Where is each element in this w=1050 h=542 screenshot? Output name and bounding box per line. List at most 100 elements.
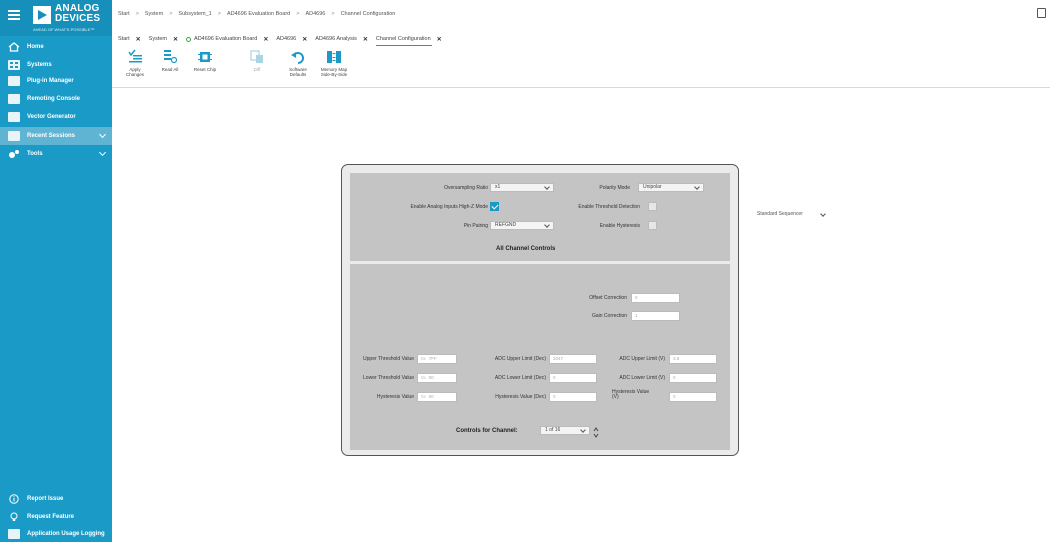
close-icon[interactable]: ✕: [302, 36, 307, 43]
hysteresis-value-label: Hysteresis Value: [376, 394, 414, 400]
adc-upper-dec-input[interactable]: 2047: [549, 354, 597, 364]
adc-lower-dec-input[interactable]: 0: [549, 373, 597, 383]
breadcrumb-item[interactable]: Channel Configuration: [341, 11, 396, 17]
breadcrumb-item[interactable]: Start: [118, 11, 130, 17]
gain-correction-input[interactable]: 1: [631, 311, 680, 321]
hysteresis-value: 00: [428, 394, 434, 399]
tab-evaluation-board[interactable]: AD4696 Evaluation Board ✕: [186, 32, 268, 46]
chevron-down-icon: [694, 184, 700, 190]
channel-select[interactable]: 1 of 16: [540, 426, 590, 435]
memory-map-button[interactable]: Memory Map Side-By-Side: [317, 49, 351, 85]
close-icon[interactable]: ✕: [363, 36, 368, 43]
sidebar-item-label: Remoting Console: [27, 96, 81, 102]
tab-start[interactable]: Start ✕: [118, 32, 141, 46]
pin-pairing-select[interactable]: REFGND: [490, 221, 554, 230]
software-defaults-button[interactable]: Software Defaults: [281, 49, 315, 85]
menu-icon[interactable]: [8, 10, 20, 20]
polarity-select[interactable]: Unipolar: [638, 183, 704, 192]
tab-ad4696[interactable]: AD4696 ✕: [276, 32, 307, 46]
chevron-down-icon: [98, 130, 107, 139]
lower-threshold-value: 00: [428, 375, 434, 380]
sidebar-item-remoting-console[interactable]: Remoting Console: [0, 90, 112, 108]
hysteresis-checkbox[interactable]: [648, 221, 657, 230]
sidebar-item-label: Application Usage Logging: [27, 531, 105, 537]
adc-upper-dec-label: ADC Upper Limit (Dec): [494, 356, 546, 362]
adc-upper-volt-label: ADC Upper Limit (V): [619, 356, 665, 362]
highz-checkbox[interactable]: [490, 202, 499, 211]
channel-stepper[interactable]: [593, 425, 599, 438]
sequencer-dropdown[interactable]: Standard Sequencer: [757, 211, 829, 221]
systems-icon: [8, 60, 20, 70]
hysteresis-volt-label: Hysteresis Value (V): [612, 390, 649, 400]
threshold-detection-label: Enable Threshold Detection: [578, 204, 640, 210]
lower-threshold-input[interactable]: 0x 00: [417, 373, 457, 383]
breadcrumb-item[interactable]: AD4696 Evaluation Board: [227, 11, 290, 17]
polarity-value: Unipolar: [643, 184, 662, 190]
tab-label: Channel Configuration: [375, 36, 431, 42]
offset-correction-label: Offset Correction: [589, 295, 627, 301]
sidebar-item-plugin-manager[interactable]: Plug-in Manager: [0, 72, 112, 90]
gain-correction-label: Gain Correction: [591, 313, 627, 319]
upper-threshold-input[interactable]: 0x 7FF: [417, 354, 457, 364]
highz-label: Enable Analog Inputs High-Z Mode: [410, 204, 488, 210]
sidebar-item-home[interactable]: Home: [0, 38, 112, 56]
tab-channel-configuration[interactable]: Channel Configuration ✕: [375, 32, 442, 46]
sidebar-item-vector-generator[interactable]: Vector Generator: [0, 108, 112, 126]
tab-system[interactable]: System ✕: [149, 32, 178, 46]
diff-label: Diff: [253, 67, 261, 72]
breadcrumb: Start > System > Subsystem_1 > AD4696 Evalu…: [118, 11, 395, 17]
tab-label: AD4696 Analysis: [315, 36, 357, 42]
adc-lower-dec-label: ADC Lower Limit (Dec): [494, 375, 546, 381]
chevron-down-icon: [580, 427, 586, 433]
close-icon[interactable]: ✕: [136, 36, 141, 43]
breadcrumb-item[interactable]: Subsystem_1: [178, 11, 211, 17]
tab-ad4696-analysis[interactable]: AD4696 Analysis ✕: [315, 32, 368, 46]
logo-tagline: AHEAD OF WHAT'S POSSIBLE™: [33, 27, 95, 32]
hysteresis-dec-input[interactable]: 0: [549, 392, 597, 402]
console-icon: [8, 94, 20, 104]
lower-threshold-label: Lower Threshold Value: [363, 375, 414, 381]
apply-changes-button[interactable]: Apply Changes: [118, 49, 152, 85]
pin-pairing-value: REFGND: [495, 222, 517, 228]
close-icon[interactable]: ✕: [263, 36, 268, 43]
tab-label: AD4696 Evaluation Board: [194, 36, 258, 42]
chevron-down-icon: [544, 222, 550, 228]
channel-settings-section: Offset Correction 0 Gain Correction 1 Up…: [350, 264, 730, 450]
threshold-detection-checkbox[interactable]: [648, 202, 657, 211]
chip-icon: [197, 49, 213, 65]
sidebar-item-report-issue[interactable]: Report Issue: [0, 490, 112, 508]
read-all-button[interactable]: Read All: [153, 49, 187, 85]
software-label-2: Defaults: [289, 72, 307, 77]
apply-changes-icon: [127, 49, 143, 65]
sidebar-item-label: Plug-in Manager: [27, 78, 74, 84]
undo-icon: [290, 49, 306, 65]
chevron-right-icon: >: [169, 11, 173, 17]
tools-icon: [8, 149, 20, 159]
close-icon[interactable]: ✕: [437, 36, 442, 43]
adc-upper-volt-input[interactable]: 3.6: [669, 354, 717, 364]
reset-chip-button[interactable]: Reset Chip: [188, 49, 222, 85]
oversampling-select[interactable]: x1: [490, 183, 554, 192]
breadcrumb-item[interactable]: System: [145, 11, 163, 17]
sidebar-item-request-feature[interactable]: Request Feature: [0, 508, 112, 526]
sidebar-item-recent-sessions[interactable]: Recent Sessions: [0, 127, 112, 145]
sidebar-item-tools[interactable]: Tools: [0, 145, 112, 163]
sidebar-item-usage-logging[interactable]: Application Usage Logging: [0, 525, 112, 542]
sidebar-item-label: Recent Sessions: [27, 133, 76, 139]
analog-devices-logo: ANALOG DEVICES AHEAD OF WHAT'S POSSIBLE™: [33, 4, 108, 32]
sidebar-item-label: Vector Generator: [27, 114, 76, 120]
adc-lower-volt-input[interactable]: 0: [669, 373, 717, 383]
controls-for-channel-label: Controls for Channel:: [456, 428, 518, 434]
diff-button[interactable]: Diff: [240, 49, 274, 85]
upper-threshold-value: 7FF: [428, 356, 437, 361]
breadcrumb-item[interactable]: AD4696: [305, 11, 325, 17]
hysteresis-volt-input[interactable]: 0: [669, 392, 717, 402]
adc-upper-dec-value: 2047: [553, 356, 564, 361]
close-icon[interactable]: ✕: [173, 36, 178, 43]
offset-correction-input[interactable]: 0: [631, 293, 680, 303]
memory-label-2: Side-By-Side: [320, 72, 348, 77]
tab-bar: Start ✕ System ✕ AD4696 Evaluation Board ✕ …: [112, 32, 1050, 46]
hysteresis-volt-value: 0: [673, 394, 676, 399]
window-icon[interactable]: [1037, 8, 1046, 18]
hysteresis-value-input[interactable]: 0x 00: [417, 392, 457, 402]
